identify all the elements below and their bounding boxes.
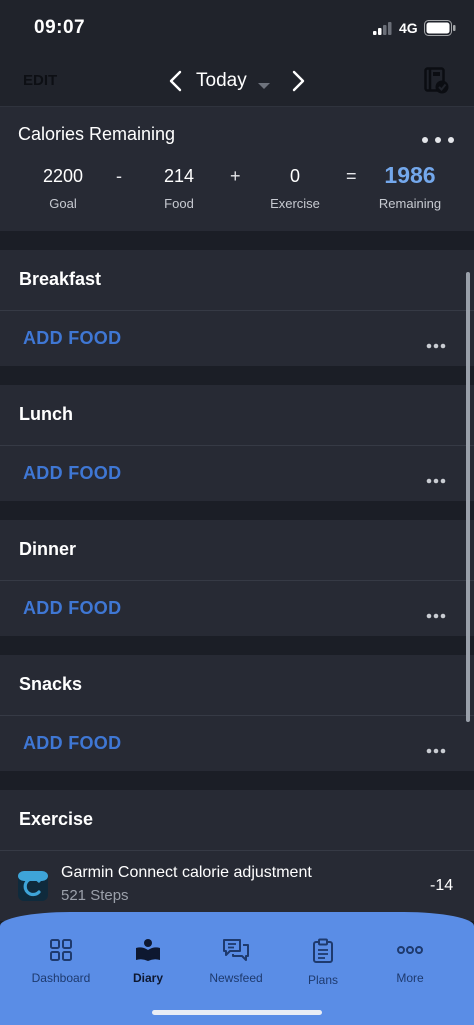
caret-down-icon[interactable]	[257, 77, 271, 95]
newsfeed-chat-icon	[222, 939, 250, 966]
chevron-left-icon[interactable]	[166, 69, 186, 98]
exercise-entry-calories: -14	[430, 877, 454, 894]
snacks-add-food-button[interactable]: ADD FOOD	[23, 733, 121, 754]
dinner-add-food-button[interactable]: ADD FOOD	[23, 598, 121, 619]
edit-button[interactable]: EDIT	[23, 72, 57, 89]
more-dots-icon	[396, 946, 424, 966]
lunch-title: Lunch	[19, 404, 73, 424]
diary-header: EDIT Today	[0, 58, 474, 107]
calorie-remaining: 1986 Remaining	[370, 162, 450, 211]
goal-label: Goal	[49, 196, 77, 211]
exercise-entry-name: Garmin Connect calorie adjustment	[61, 864, 312, 881]
lunch-add-row: ADD FOOD	[0, 446, 474, 501]
tab-diary[interactable]: Diary	[103, 938, 193, 985]
breakfast-title: Breakfast	[19, 269, 102, 289]
exercise-title: Exercise	[19, 809, 94, 829]
dashboard-grid-icon	[49, 939, 73, 966]
lunch-add-food-button[interactable]: ADD FOOD	[23, 463, 121, 484]
signal-icon	[373, 21, 395, 40]
dinner-title: Dinner	[19, 539, 77, 559]
exercise-entry-steps: 521 Steps	[61, 887, 129, 904]
tab-diary-label: Diary	[132, 971, 164, 985]
tab-plans[interactable]: Plans	[278, 938, 368, 987]
more-horizontal-icon[interactable]	[426, 336, 446, 354]
dinner-section-header: Dinner	[0, 520, 474, 581]
date-selector[interactable]: Today	[196, 70, 247, 92]
food-label: Food	[164, 196, 194, 211]
snacks-add-row: ADD FOOD	[0, 716, 474, 771]
calorie-food: 214 Food	[146, 166, 212, 211]
exercise-section-header: Exercise	[0, 790, 474, 851]
calendar-check-icon[interactable]	[424, 67, 450, 100]
exercise-value: 0	[289, 166, 300, 186]
calories-title: Calories Remaining	[18, 124, 176, 144]
diary-book-icon	[135, 939, 161, 966]
more-horizontal-icon[interactable]	[426, 471, 446, 489]
garmin-connect-icon	[18, 871, 48, 906]
network-type: 4G	[399, 20, 418, 36]
clipboard-icon	[312, 938, 334, 968]
diary-screen: 09:07 4G EDIT Today Calories Remaining 2…	[0, 0, 474, 1025]
lunch-section-header: Lunch	[0, 385, 474, 446]
calorie-exercise: 0 Exercise	[259, 166, 331, 211]
exercise-label: Exercise	[270, 196, 320, 211]
more-horizontal-icon[interactable]	[421, 131, 455, 149]
plus-operator: +	[230, 166, 241, 186]
food-value: 214	[163, 166, 195, 186]
tab-dashboard[interactable]: Dashboard	[16, 938, 106, 985]
minus-operator: -	[116, 166, 122, 186]
tab-newsfeed[interactable]: Newsfeed	[191, 938, 281, 985]
remaining-label: Remaining	[378, 196, 442, 211]
goal-value: 2200	[42, 166, 84, 186]
scrollbar[interactable]	[466, 272, 470, 722]
tab-dashboard-label: Dashboard	[31, 971, 91, 985]
tab-newsfeed-label: Newsfeed	[209, 971, 263, 985]
home-indicator[interactable]	[152, 1010, 322, 1015]
breakfast-section-header: Breakfast	[0, 250, 474, 311]
chevron-right-icon[interactable]	[288, 69, 308, 98]
tab-more-label: More	[396, 971, 424, 985]
tab-more[interactable]: More	[365, 938, 455, 985]
status-time: 09:07	[34, 17, 86, 38]
snacks-title: Snacks	[19, 674, 83, 694]
snacks-section-header: Snacks	[0, 655, 474, 716]
status-bar: 09:07 4G	[0, 0, 474, 58]
exercise-entry[interactable]: Garmin Connect calorie adjustment 521 St…	[0, 851, 474, 921]
more-horizontal-icon[interactable]	[426, 741, 446, 759]
battery-icon	[424, 20, 456, 41]
bottom-tab-bar: Dashboard Diary Newsfeed Plans More	[0, 912, 474, 1025]
breakfast-add-food-button[interactable]: ADD FOOD	[23, 328, 121, 349]
breakfast-add-row: ADD FOOD	[0, 311, 474, 366]
remaining-value: 1986	[384, 162, 436, 188]
calorie-goal: 2200 Goal	[30, 166, 96, 211]
tab-plans-label: Plans	[307, 973, 339, 987]
more-horizontal-icon[interactable]	[426, 606, 446, 624]
equals-operator: =	[346, 166, 357, 186]
dinner-add-row: ADD FOOD	[0, 581, 474, 636]
